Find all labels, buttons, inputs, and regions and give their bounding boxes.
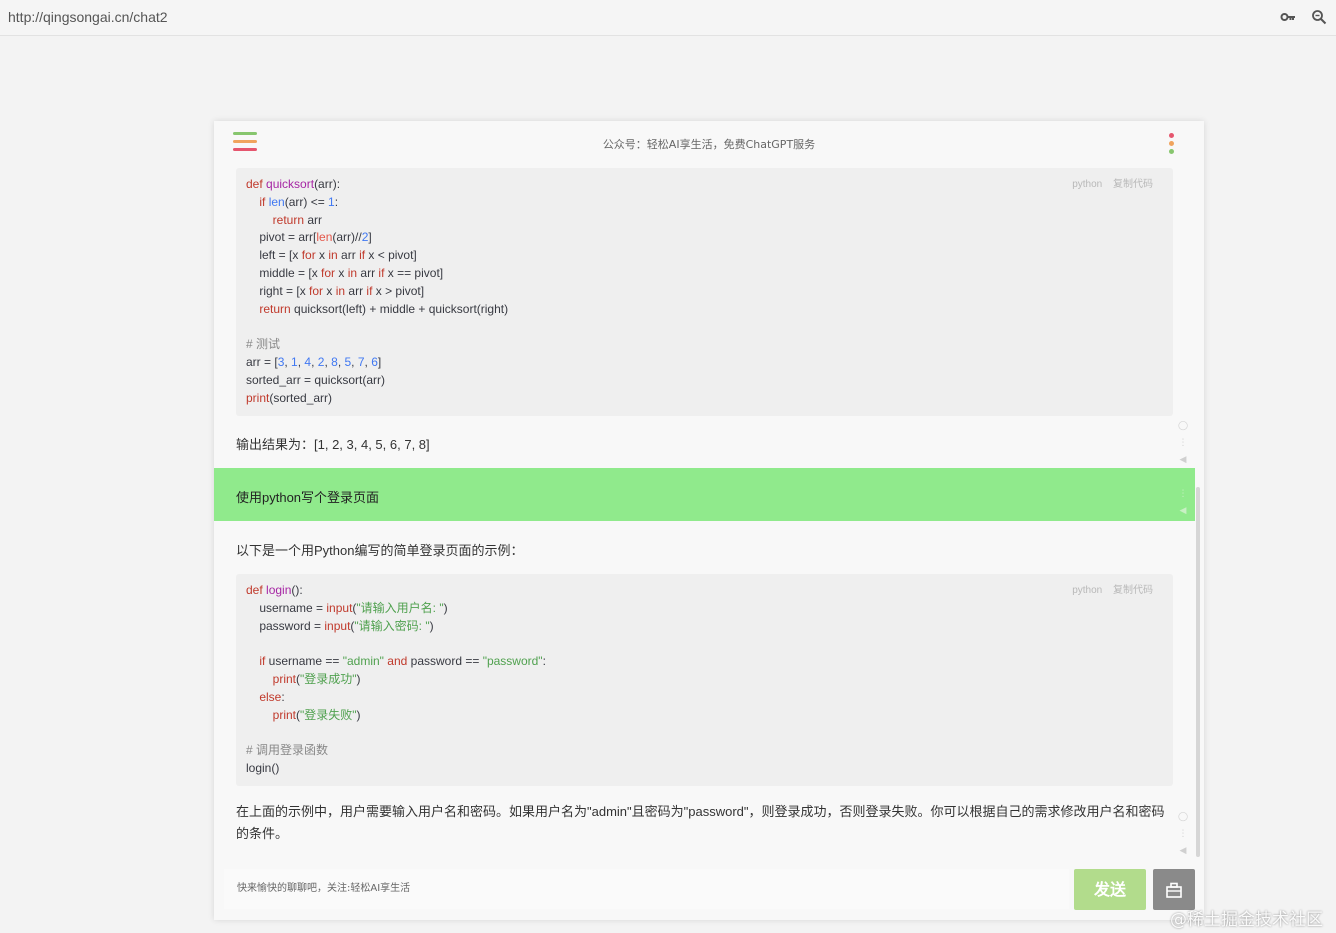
input-area: 快来愉快的聊聊吧，关注:轻松AI享生活 发送 bbox=[214, 860, 1204, 920]
more-icon[interactable]: ⋮ bbox=[1176, 486, 1190, 503]
copy-code-button[interactable]: 复制代码 bbox=[1113, 179, 1153, 190]
user-message-actions[interactable]: ⋮ ◀ bbox=[1176, 486, 1190, 520]
speaker-icon[interactable]: ◀ bbox=[1176, 503, 1190, 520]
summary-text: 在上面的示例中，用户需要输入用户名和密码。如果用户名为"admin"且密码为"p… bbox=[236, 804, 1165, 841]
user-message-text: 使用python写个登录页面 bbox=[236, 490, 380, 505]
copy-icon[interactable]: ◯ bbox=[1176, 418, 1190, 435]
code-lang-label: python bbox=[1072, 585, 1103, 596]
code-tools: python 复制代码 bbox=[1064, 176, 1153, 194]
address-url[interactable]: http://qingsongai.cn/chat2 bbox=[8, 9, 168, 25]
browser-address-bar: http://qingsongai.cn/chat2 bbox=[0, 0, 1336, 36]
message-actions[interactable]: ◯ ⋮ ◀ bbox=[1176, 418, 1190, 469]
chat-window: 公众号：轻松AI享生活，免费ChatGPT服务 python 复制代码 def … bbox=[214, 121, 1204, 920]
code-tools: python 复制代码 bbox=[1064, 582, 1153, 600]
header-title: 公众号：轻松AI享生活，免费ChatGPT服务 bbox=[602, 138, 816, 151]
toolbox-button[interactable] bbox=[1153, 869, 1195, 910]
user-message-bubble: 使用python写个登录页面 ⋮ ◀ bbox=[214, 468, 1195, 521]
code-block-quicksort: python 复制代码 def quicksort(arr): if len(a… bbox=[236, 168, 1173, 416]
message-actions[interactable]: ◯ ⋮ ◀ bbox=[1176, 809, 1190, 860]
speaker-icon[interactable]: ◀ bbox=[1176, 452, 1190, 469]
code-block-login: python 复制代码 def login(): username = inpu… bbox=[236, 574, 1173, 786]
more-icon[interactable]: ⋮ bbox=[1176, 435, 1190, 452]
chat-header: 公众号：轻松AI享生活，免费ChatGPT服务 bbox=[214, 121, 1204, 167]
more-options-icon[interactable] bbox=[1168, 132, 1176, 156]
toolbox-icon bbox=[1166, 882, 1182, 898]
scrollbar[interactable] bbox=[1195, 167, 1202, 860]
scrollbar-thumb[interactable] bbox=[1196, 487, 1200, 857]
intro-text: 以下是一个用Python编写的简单登录页面的示例： bbox=[236, 543, 524, 558]
watermark: @稀土掘金技术社区 bbox=[1170, 910, 1323, 930]
copy-icon[interactable]: ◯ bbox=[1176, 809, 1190, 826]
send-button[interactable]: 发送 bbox=[1074, 869, 1146, 910]
zoom-icon[interactable] bbox=[1308, 6, 1330, 28]
speaker-icon[interactable]: ◀ bbox=[1176, 843, 1190, 860]
chat-input[interactable]: 快来愉快的聊聊吧，关注:轻松AI享生活 bbox=[224, 869, 1069, 909]
code-lang-label: python bbox=[1072, 179, 1103, 190]
result-text: 输出结果为：[1, 2, 3, 4, 5, 6, 7, 8] bbox=[236, 437, 430, 452]
key-icon[interactable] bbox=[1277, 6, 1299, 28]
more-icon[interactable]: ⋮ bbox=[1176, 826, 1190, 843]
copy-code-button[interactable]: 复制代码 bbox=[1113, 585, 1153, 596]
